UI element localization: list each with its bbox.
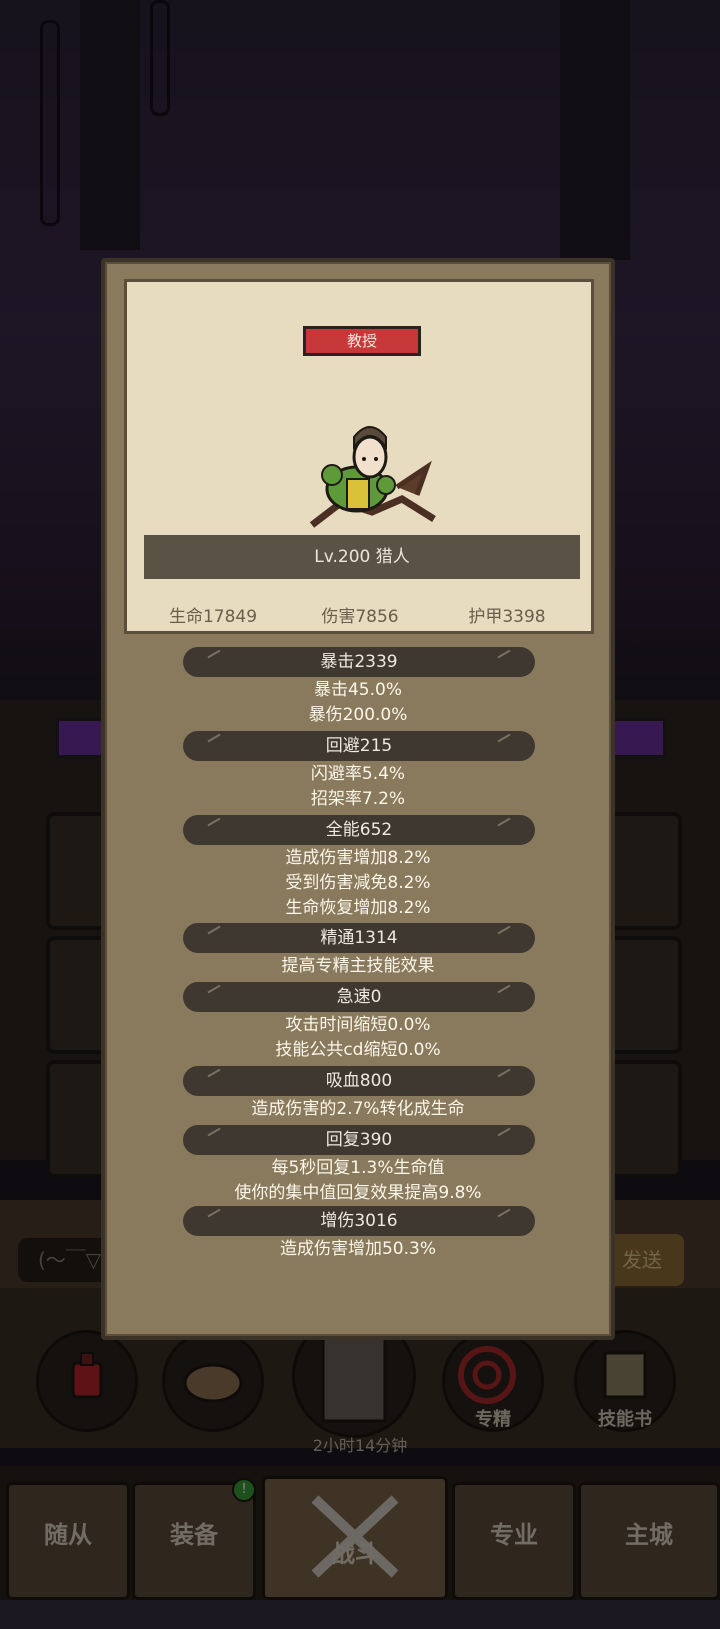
leech-header: 吸血800 bbox=[183, 1066, 535, 1096]
level-class-bar: Lv.200 猎人 bbox=[144, 535, 580, 579]
crit-damage: 暴伤200.0% bbox=[308, 705, 408, 725]
versatility-line: 受到伤害减免8.2% bbox=[285, 873, 431, 893]
versatility-line: 生命恢复增加8.2% bbox=[285, 898, 431, 918]
armor-stat: 护甲3398 bbox=[468, 607, 546, 627]
leech-line: 造成伤害的2.7%转化成生命 bbox=[251, 1099, 465, 1119]
regen-line: 每5秒回复1.3%生命值 bbox=[271, 1158, 445, 1178]
haste-header: 急速0 bbox=[183, 982, 535, 1012]
leech-header-label: 吸血800 bbox=[325, 1071, 393, 1091]
hp-stat: 生命17849 bbox=[168, 607, 258, 627]
damage-bonus-header-label: 增伤3016 bbox=[320, 1211, 398, 1231]
mastery-line: 提高专精主技能效果 bbox=[281, 956, 435, 976]
parry-rate: 招架率7.2% bbox=[310, 789, 406, 809]
versatility-header-label: 全能652 bbox=[325, 820, 393, 840]
damage-stat: 伤害7856 bbox=[321, 607, 399, 627]
crit-rate: 暴击45.0% bbox=[313, 680, 402, 700]
haste-line: 技能公共cd缩短0.0% bbox=[275, 1040, 441, 1060]
character-portrait bbox=[302, 407, 442, 532]
character-card: 教授 Lv.200 猎人 生命17849 伤害7856 护甲3398 bbox=[124, 279, 594, 634]
character-stats-popup: 教授 Lv.200 猎人 生命17849 伤害7856 护甲3398 暴击233… bbox=[101, 258, 615, 1340]
dodge-rate: 闪避率5.4% bbox=[310, 764, 406, 784]
haste-header-label: 急速0 bbox=[336, 987, 382, 1007]
damage-bonus-header: 增伤3016 bbox=[183, 1206, 535, 1236]
regen-header-label: 回复390 bbox=[325, 1130, 393, 1150]
title-badge: 教授 bbox=[303, 326, 421, 356]
avoidance-header: 回避215 bbox=[183, 731, 535, 761]
crit-header-label: 暴击2339 bbox=[320, 652, 398, 672]
mastery-header: 精通1314 bbox=[183, 923, 535, 953]
regen-header: 回复390 bbox=[183, 1125, 535, 1155]
avoidance-header-label: 回避215 bbox=[325, 736, 393, 756]
versatility-line: 造成伤害增加8.2% bbox=[285, 848, 431, 868]
versatility-header: 全能652 bbox=[183, 815, 535, 845]
mastery-header-label: 精通1314 bbox=[320, 928, 398, 948]
damage-bonus-line: 造成伤害增加50.3% bbox=[279, 1239, 436, 1259]
crit-header: 暴击2339 bbox=[183, 647, 535, 677]
hunter-character-icon bbox=[309, 426, 436, 528]
haste-line: 攻击时间缩短0.0% bbox=[285, 1015, 431, 1035]
regen-line: 使你的集中值回复效果提高9.8% bbox=[234, 1183, 482, 1203]
